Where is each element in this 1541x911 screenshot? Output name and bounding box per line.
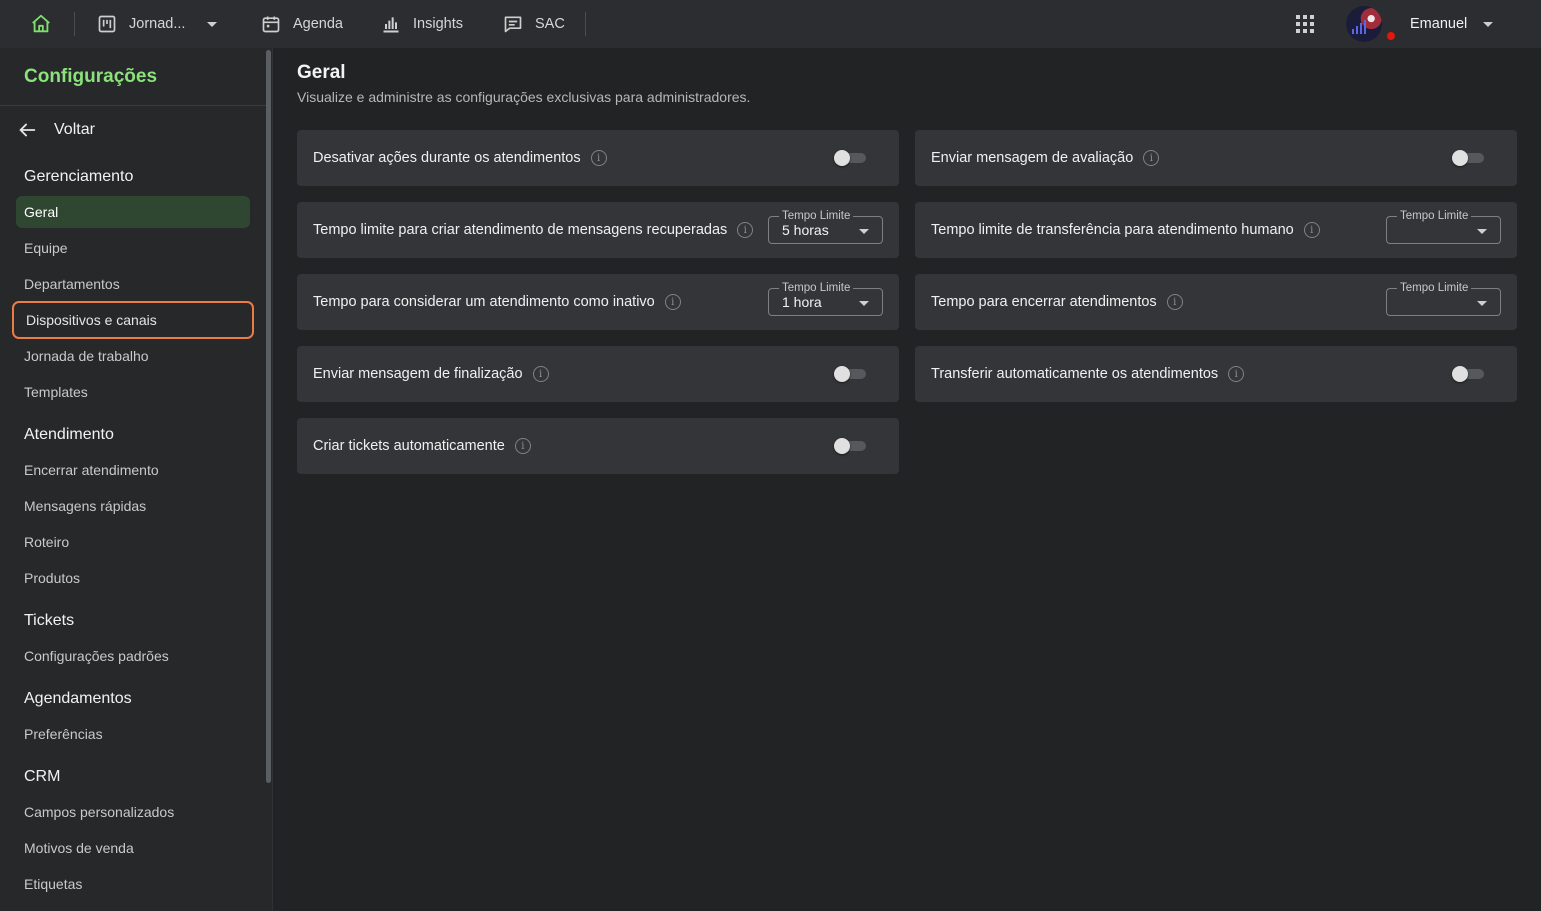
select-tempo-inativo[interactable]: Tempo Limite 1 hora xyxy=(768,281,883,316)
sidebar-item-templates[interactable]: Templates xyxy=(16,376,250,408)
setting-label: Criar tickets automaticamente xyxy=(313,438,505,454)
select-tempo-transferencia[interactable]: Tempo Limite xyxy=(1386,209,1501,244)
nav-sac-label: SAC xyxy=(535,16,565,32)
bar-chart-icon xyxy=(383,17,399,33)
sidebar-item-config-padroes[interactable]: Configurações padrões xyxy=(16,640,250,672)
setting-label: Tempo limite para criar atendimento de m… xyxy=(313,222,728,238)
chevron-down-icon xyxy=(1477,229,1487,234)
info-icon[interactable]: i xyxy=(514,438,531,454)
select-tempo-encerrar[interactable]: Tempo Limite xyxy=(1386,281,1501,316)
calendar-icon xyxy=(262,16,280,33)
page-subtitle: Visualize e administre as configurações … xyxy=(297,89,751,105)
sidebar: Configurações Voltar Gerenciamento Geral… xyxy=(0,48,273,911)
divider xyxy=(585,12,586,36)
section-agendamentos: Agendamentos xyxy=(24,690,132,707)
chevron-down-icon xyxy=(1483,21,1494,27)
setting-label: Tempo limite de transferência para atend… xyxy=(931,222,1294,238)
sidebar-item-etiquetas[interactable]: Etiquetas xyxy=(16,868,250,900)
setting-tempo-transferencia: Tempo limite de transferência para atend… xyxy=(915,202,1517,258)
sidebar-item-encerrar[interactable]: Encerrar atendimento xyxy=(16,454,250,486)
chevron-down-icon xyxy=(1477,301,1487,306)
status-badge xyxy=(1385,30,1397,42)
avatar[interactable] xyxy=(1346,6,1382,42)
sidebar-item-mensagens[interactable]: Mensagens rápidas xyxy=(16,490,250,522)
sidebar-item-departamentos[interactable]: Departamentos xyxy=(16,268,250,300)
setting-label: Tempo para considerar um atendimento com… xyxy=(313,294,655,310)
info-icon[interactable]: i xyxy=(737,222,754,238)
user-menu[interactable]: Emanuel xyxy=(1410,0,1494,48)
sidebar-item-jornada[interactable]: Jornada de trabalho xyxy=(16,340,250,372)
setting-tempo-recuperadas: Tempo limite para criar atendimento de m… xyxy=(297,202,899,258)
setting-label: Enviar mensagem de finalização xyxy=(313,366,523,382)
info-icon[interactable]: i xyxy=(532,366,549,382)
sidebar-item-motivos[interactable]: Motivos de venda xyxy=(16,832,250,864)
apps-grid-icon[interactable] xyxy=(1296,15,1314,33)
section-crm: CRM xyxy=(24,768,61,785)
sidebar-scrollbar[interactable] xyxy=(266,50,271,783)
sidebar-item-produtos[interactable]: Produtos xyxy=(16,562,250,594)
top-bar: Jornad... Agenda Insights SAC Emanuel xyxy=(0,0,1541,48)
info-icon[interactable]: i xyxy=(1166,294,1183,310)
sidebar-item-campos[interactable]: Campos personalizados xyxy=(16,796,250,828)
chevron-down-icon xyxy=(859,301,869,306)
setting-label: Tempo para encerrar atendimentos xyxy=(931,294,1157,310)
setting-avaliacao: Enviar mensagem de avaliação i xyxy=(915,130,1517,186)
back-label: Voltar xyxy=(54,121,95,138)
setting-label: Enviar mensagem de avaliação xyxy=(931,150,1134,166)
setting-tempo-encerrar: Tempo para encerrar atendimentos i Tempo … xyxy=(915,274,1517,330)
nav-insights-label: Insights xyxy=(413,16,463,32)
toggle-avaliacao[interactable] xyxy=(1452,150,1484,166)
info-icon[interactable]: i xyxy=(1303,222,1320,238)
nav-agenda[interactable]: Agenda xyxy=(261,0,343,48)
kanban-icon xyxy=(98,15,116,33)
select-value: 5 horas xyxy=(782,222,829,238)
sidebar-item-roteiro[interactable]: Roteiro xyxy=(16,526,250,558)
setting-transferir-auto: Transferir automaticamente os atendiment… xyxy=(915,346,1517,402)
setting-tickets-auto: Criar tickets automaticamente i xyxy=(297,418,899,474)
info-icon[interactable]: i xyxy=(664,294,681,310)
chevron-down-icon xyxy=(207,21,218,27)
sidebar-item-dispositivos[interactable]: Dispositivos e canais xyxy=(12,301,254,339)
sidebar-item-preferencias[interactable]: Preferências xyxy=(16,718,250,750)
sidebar-item-geral[interactable]: Geral xyxy=(16,196,250,228)
nav-agenda-label: Agenda xyxy=(293,16,343,32)
select-tempo-recuperadas[interactable]: Tempo Limite 5 horas xyxy=(768,209,883,244)
section-tickets: Tickets xyxy=(24,612,75,629)
info-icon[interactable]: i xyxy=(590,150,607,166)
nav-sac[interactable]: SAC xyxy=(503,0,565,48)
chat-icon xyxy=(504,16,522,33)
divider xyxy=(0,105,266,106)
setting-tempo-inativo: Tempo para considerar um atendimento com… xyxy=(297,274,899,330)
setting-desativar: Desativar ações durante os atendimentos i xyxy=(297,130,899,186)
setting-label: Transferir automaticamente os atendiment… xyxy=(931,366,1219,382)
back-button[interactable]: Voltar xyxy=(16,116,95,144)
divider xyxy=(74,12,75,36)
select-value: 1 hora xyxy=(782,294,822,310)
nav-jornada[interactable]: Jornad... xyxy=(97,0,218,48)
select-label: Tempo Limite xyxy=(1397,281,1472,295)
user-name: Emanuel xyxy=(1410,16,1468,32)
section-atendimento: Atendimento xyxy=(24,426,114,443)
sidebar-item-equipe[interactable]: Equipe xyxy=(16,232,250,264)
select-label: Tempo Limite xyxy=(779,281,854,295)
nav-insights[interactable]: Insights xyxy=(381,0,463,48)
nav-jornada-label: Jornad... xyxy=(129,16,186,32)
select-label: Tempo Limite xyxy=(1397,209,1472,223)
sidebar-title: Configurações xyxy=(24,66,158,87)
toggle-desativar[interactable] xyxy=(834,150,866,166)
toggle-tickets-auto[interactable] xyxy=(834,438,866,454)
select-label: Tempo Limite xyxy=(779,209,854,223)
chevron-down-icon xyxy=(859,229,869,234)
setting-label: Desativar ações durante os atendimentos xyxy=(313,150,581,166)
info-icon[interactable]: i xyxy=(1143,150,1160,166)
info-icon[interactable]: i xyxy=(1228,366,1245,382)
arrow-left-icon xyxy=(19,123,36,137)
home-icon[interactable] xyxy=(30,13,52,35)
section-gerenciamento: Gerenciamento xyxy=(24,168,134,185)
toggle-finalizacao[interactable] xyxy=(834,366,866,382)
setting-finalizacao: Enviar mensagem de finalização i xyxy=(297,346,899,402)
toggle-transferir-auto[interactable] xyxy=(1452,366,1484,382)
page-title: Geral xyxy=(297,62,346,83)
